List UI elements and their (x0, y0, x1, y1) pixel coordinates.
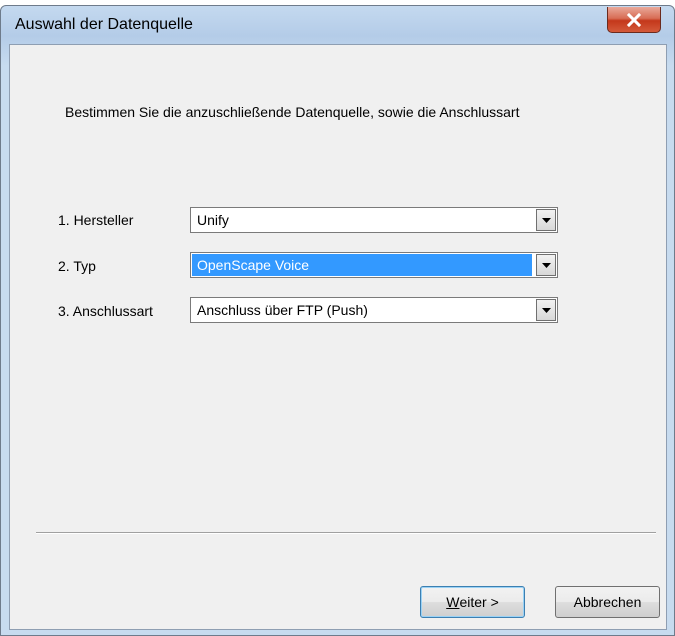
separator-line (36, 532, 656, 534)
type-value: OpenScape Voice (192, 254, 532, 276)
connection-type-combobox[interactable]: Anschluss über FTP (Push) (190, 297, 558, 323)
window-title: Auswahl der Datenquelle (15, 16, 193, 33)
dialog-window: Auswahl der Datenquelle Bestimmen Sie di… (0, 5, 675, 636)
close-x-icon (626, 12, 642, 27)
manufacturer-combobox[interactable]: Unify (190, 207, 558, 233)
manufacturer-label: 1. Hersteller (58, 212, 134, 228)
chevron-down-icon (541, 307, 551, 313)
connection-type-dropdown-button[interactable] (536, 299, 556, 321)
cancel-button[interactable]: Abbrechen (555, 586, 660, 618)
connection-type-value: Anschluss über FTP (Push) (197, 302, 368, 318)
chevron-down-icon (541, 217, 551, 223)
next-button[interactable]: Weiter > (420, 586, 525, 618)
dialog-client-area: Bestimmen Sie die anzuschließende Datenq… (9, 44, 667, 630)
type-label: 2. Typ (58, 258, 96, 274)
chevron-down-icon (541, 262, 551, 268)
type-combobox[interactable]: OpenScape Voice (190, 252, 558, 278)
close-button[interactable] (607, 7, 661, 33)
next-label: eiter > (459, 594, 499, 610)
type-dropdown-button[interactable] (536, 254, 556, 276)
connection-type-label: 3. Anschlussart (58, 303, 153, 319)
next-mnemonic: W (446, 594, 460, 610)
manufacturer-dropdown-button[interactable] (536, 209, 556, 231)
manufacturer-value: Unify (197, 212, 229, 228)
instruction-text: Bestimmen Sie die anzuschließende Datenq… (65, 104, 520, 120)
